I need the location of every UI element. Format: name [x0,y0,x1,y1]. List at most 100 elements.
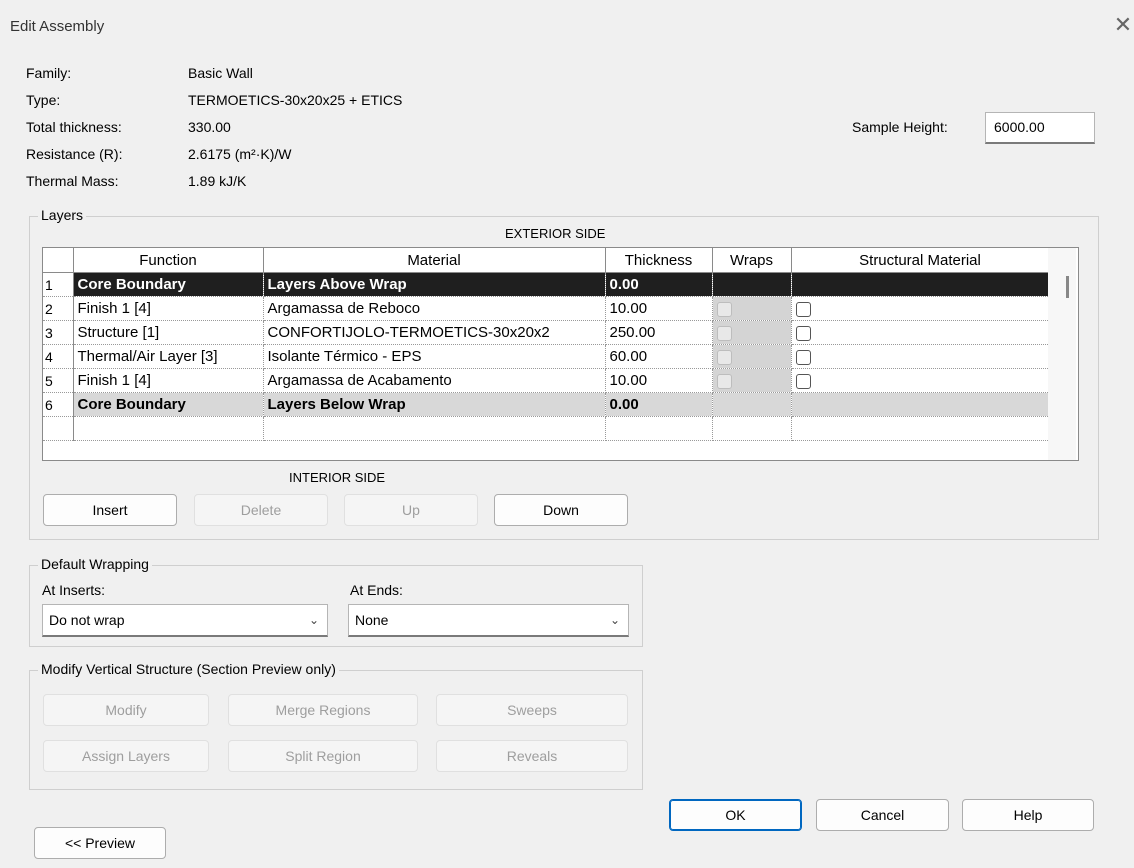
table-row[interactable]: 6 Core Boundary Layers Below Wrap 0.00 [43,392,1050,417]
type-label: Type: [26,92,61,108]
sample-height-input[interactable]: 6000.00 [985,112,1095,144]
thickness-cell[interactable]: 10.00 [605,296,713,321]
thickness-cell[interactable]: 250.00 [605,320,713,345]
table-row-empty[interactable] [43,416,1050,441]
function-cell[interactable]: Structure [1] [73,320,264,345]
thermal-mass-label: Thermal Mass: [26,173,119,189]
wraps-cell [712,392,792,417]
function-cell[interactable]: Finish 1 [4] [73,296,264,321]
thermal-mass-value: 1.89 kJ/K [188,173,247,189]
window-title: Edit Assembly [10,18,105,35]
structural-material-cell[interactable] [791,368,1050,393]
function-cell[interactable]: Core Boundary [73,272,264,297]
column-header-thickness[interactable]: Thickness [605,248,713,273]
thickness-cell[interactable]: 60.00 [605,344,713,369]
thickness-cell[interactable]: 0.00 [605,392,713,417]
material-cell[interactable] [263,416,606,441]
wraps-cell [712,320,792,345]
at-ends-label: At Ends: [350,582,403,598]
at-inserts-value: Do not wrap [49,612,125,628]
function-cell[interactable] [73,416,264,441]
row-number[interactable]: 4 [43,344,74,369]
sweeps-button[interactable]: Sweeps [436,694,628,726]
structural-material-checkbox[interactable] [795,350,811,366]
column-header-structural-material[interactable]: Structural Material [791,248,1050,273]
default-wrapping-label: Default Wrapping [38,556,152,572]
table-row[interactable]: 4 Thermal/Air Layer [3] Isolante Térmico… [43,344,1050,369]
interior-side-label: INTERIOR SIDE [289,470,386,485]
structural-material-cell[interactable] [791,320,1050,345]
reveals-button[interactable]: Reveals [436,740,628,772]
at-inserts-label: At Inserts: [42,582,106,598]
table-row[interactable]: 5 Finish 1 [4] Argamassa de Acabamento 1… [43,368,1050,393]
at-ends-dropdown[interactable]: None ⌄ [348,604,629,637]
assign-layers-button[interactable]: Assign Layers [43,740,209,772]
wraps-checkbox [716,374,732,390]
row-number[interactable]: 6 [43,392,74,417]
function-cell[interactable]: Finish 1 [4] [73,368,264,393]
wraps-cell [712,368,792,393]
row-number[interactable] [43,416,74,441]
wraps-checkbox [716,302,732,318]
split-region-button[interactable]: Split Region [228,740,418,772]
material-cell[interactable]: Layers Above Wrap [263,272,606,297]
function-cell[interactable]: Core Boundary [73,392,264,417]
material-cell[interactable]: Argamassa de Acabamento [263,368,606,393]
preview-button[interactable]: << Preview [34,827,166,859]
structural-material-cell [791,272,1050,297]
structural-material-cell [791,392,1050,417]
material-cell[interactable]: Argamassa de Reboco [263,296,606,321]
table-scrollbar-thumb[interactable] [1066,276,1069,298]
cancel-button[interactable]: Cancel [816,799,949,831]
at-ends-value: None [355,612,389,628]
structural-material-cell[interactable] [791,296,1050,321]
row-number-header [43,248,74,273]
ok-button[interactable]: OK [669,799,802,831]
material-cell[interactable]: Layers Below Wrap [263,392,606,417]
row-number[interactable]: 2 [43,296,74,321]
thickness-cell[interactable] [605,416,713,441]
resistance-label: Resistance (R): [26,146,123,162]
wraps-cell [712,296,792,321]
row-number[interactable]: 1 [43,272,74,297]
help-button[interactable]: Help [962,799,1094,831]
structural-material-checkbox[interactable] [795,326,811,342]
insert-button[interactable]: Insert [43,494,177,526]
sample-height-label: Sample Height: [852,119,948,135]
exterior-side-label: EXTERIOR SIDE [505,226,606,241]
function-cell[interactable]: Thermal/Air Layer [3] [73,344,264,369]
column-header-wraps[interactable]: Wraps [712,248,792,273]
structural-material-checkbox[interactable] [795,302,811,318]
chevron-down-icon: ⌄ [609,613,620,627]
structural-material-checkbox[interactable] [795,374,811,390]
table-row[interactable]: 3 Structure [1] CONFORTIJOLO-TERMOETICS-… [43,320,1050,345]
thickness-cell[interactable]: 10.00 [605,368,713,393]
material-cell[interactable]: CONFORTIJOLO-TERMOETICS-30x20x2 [263,320,606,345]
row-number[interactable]: 5 [43,368,74,393]
table-header-row: Function Material Thickness Wraps Struct… [43,248,1050,273]
type-value: TERMOETICS-30x20x25 + ETICS [188,92,403,108]
table-row[interactable]: 1 Core Boundary Layers Above Wrap 0.00 [43,272,1050,297]
modify-button[interactable]: Modify [43,694,209,726]
wraps-checkbox [716,350,732,366]
chevron-down-icon: ⌄ [308,613,319,627]
column-header-material[interactable]: Material [263,248,606,273]
wraps-cell [712,344,792,369]
table-scrollbar[interactable] [1048,248,1076,460]
material-cell[interactable]: Isolante Térmico - EPS [263,344,606,369]
down-button[interactable]: Down [494,494,628,526]
modify-vertical-structure-group [29,670,643,790]
close-icon[interactable]: ✕ [1112,13,1134,37]
up-button[interactable]: Up [344,494,478,526]
column-header-function[interactable]: Function [73,248,264,273]
wraps-checkbox [716,326,732,342]
wraps-cell [712,416,792,441]
delete-button[interactable]: Delete [194,494,328,526]
thickness-cell[interactable]: 0.00 [605,272,713,297]
row-number[interactable]: 3 [43,320,74,345]
family-value: Basic Wall [188,65,253,81]
merge-regions-button[interactable]: Merge Regions [228,694,418,726]
structural-material-cell[interactable] [791,344,1050,369]
at-inserts-dropdown[interactable]: Do not wrap ⌄ [42,604,328,637]
table-row[interactable]: 2 Finish 1 [4] Argamassa de Reboco 10.00 [43,296,1050,321]
